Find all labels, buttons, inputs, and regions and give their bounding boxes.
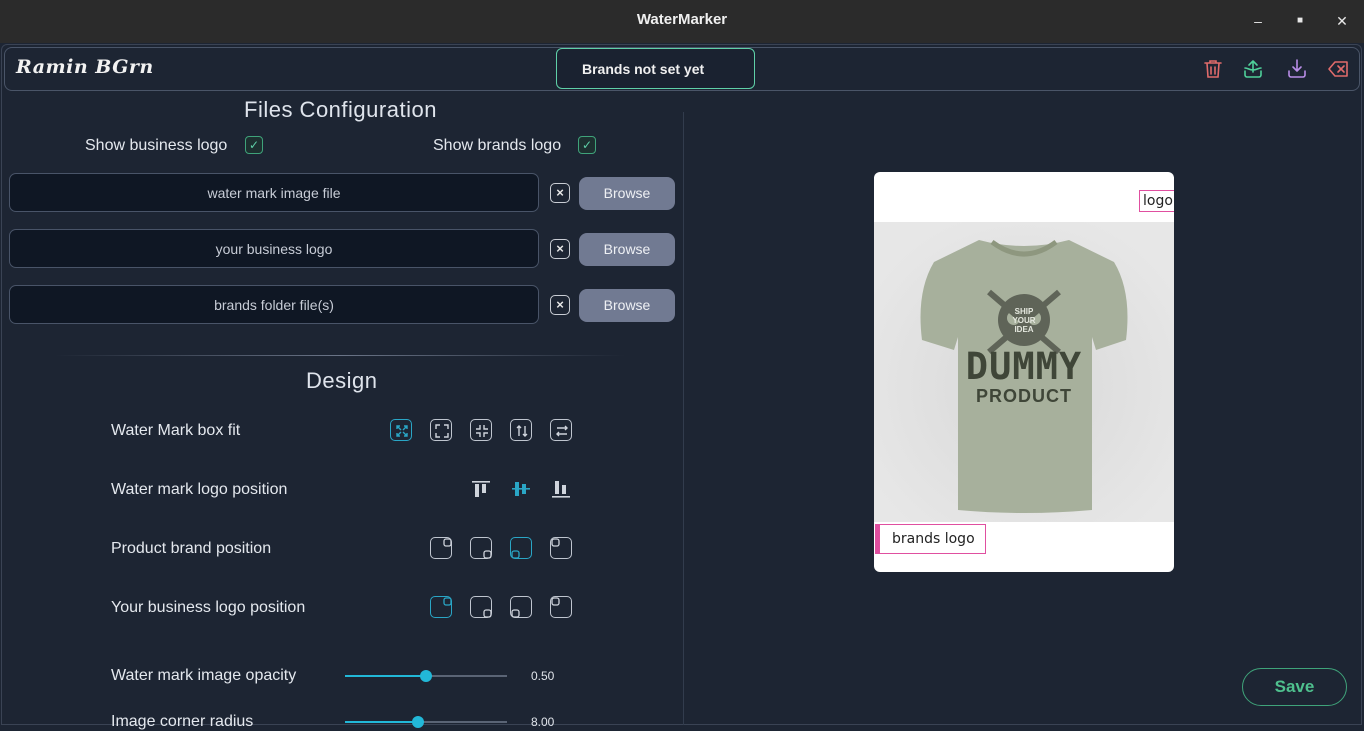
fit-height-icon[interactable] — [510, 419, 532, 441]
clear-brands-folder-button[interactable]: × — [550, 295, 570, 315]
design-title: Design — [306, 368, 378, 393]
clear-watermark-button[interactable]: × — [550, 183, 570, 203]
brand-bottom-left-icon[interactable] — [510, 537, 532, 559]
window-titlebar: WaterMarker – ■ ✕ — [0, 0, 1364, 43]
align-bottom-icon[interactable] — [550, 478, 572, 500]
minimize-button[interactable]: – — [1247, 10, 1269, 32]
section-divider — [55, 355, 625, 356]
product-image: SHIP YOUR IDEA DUMMY PRODUCT — [874, 222, 1174, 522]
show-brands-logo-checkbox[interactable]: ✓ — [578, 136, 596, 154]
download-icon[interactable] — [1285, 57, 1309, 81]
align-top-icon[interactable] — [470, 478, 492, 500]
browse-brands-folder-button[interactable]: Browse — [579, 289, 675, 322]
window-title: WaterMarker — [636, 11, 728, 28]
show-business-logo-checkbox[interactable]: ✓ — [245, 136, 263, 154]
opacity-value: 0.50 — [531, 669, 555, 683]
radius-slider[interactable] — [345, 716, 507, 728]
show-business-logo-label: Show business logo — [85, 137, 228, 154]
fit-width-icon[interactable] — [550, 419, 572, 441]
fit-fill-icon[interactable] — [390, 419, 412, 441]
business-bottom-left-icon[interactable] — [510, 596, 532, 618]
business-position-label: Your business logo position — [111, 599, 306, 616]
fit-contain-icon[interactable] — [430, 419, 452, 441]
business-top-right-icon[interactable] — [430, 596, 452, 618]
radius-value: 8.00 — [531, 715, 555, 729]
status-toast: Brands not set yet — [556, 48, 755, 89]
brand-bottom-right-icon[interactable] — [470, 537, 492, 559]
brand-logo: Ramin BGrn — [16, 56, 154, 78]
close-icon[interactable] — [1327, 57, 1351, 81]
clear-business-logo-button[interactable]: × — [550, 239, 570, 259]
radius-slider-knob[interactable] — [412, 716, 424, 728]
business-logo-input[interactable]: your business logo — [9, 229, 539, 268]
shirt-top-text: SHIP YOUR IDEA — [1012, 307, 1036, 334]
radius-slider-fill — [345, 721, 418, 723]
brands-logo-placeholder: brands logo — [875, 524, 986, 554]
browse-watermark-button[interactable]: Browse — [579, 177, 675, 210]
shirt-sub-text: PRODUCT — [976, 386, 1072, 406]
watermark-file-input[interactable]: water mark image file — [9, 173, 539, 212]
opacity-slider[interactable] — [345, 670, 507, 682]
logo-placeholder: logo — [1139, 190, 1174, 212]
brand-top-right-icon[interactable] — [430, 537, 452, 559]
preview-card: SHIP YOUR IDEA DUMMY PRODUCT logo brands… — [874, 172, 1174, 572]
show-brands-logo-label: Show brands logo — [433, 137, 562, 154]
trash-icon[interactable] — [1201, 57, 1225, 81]
maximize-button[interactable]: ■ — [1289, 10, 1311, 32]
browse-business-logo-button[interactable]: Browse — [579, 233, 675, 266]
business-bottom-right-icon[interactable] — [470, 596, 492, 618]
corner-radius-label: Image corner radius — [111, 713, 254, 730]
business-top-left-icon[interactable] — [550, 596, 572, 618]
shirt-main-text: DUMMY — [965, 345, 1083, 388]
files-config-title: Files Configuration — [244, 97, 437, 122]
upload-icon[interactable] — [1241, 57, 1265, 81]
panel-divider — [683, 112, 684, 725]
fit-cover-icon[interactable] — [470, 419, 492, 441]
align-center-icon[interactable] — [510, 478, 532, 500]
box-fit-label: Water Mark box fit — [111, 422, 241, 439]
opacity-slider-fill — [345, 675, 426, 677]
brand-position-label: Product brand position — [111, 540, 272, 557]
opacity-slider-knob[interactable] — [420, 670, 432, 682]
save-button[interactable]: Save — [1242, 668, 1347, 706]
brand-top-left-icon[interactable] — [550, 537, 572, 559]
opacity-label: Water mark image opacity — [111, 667, 297, 684]
close-window-button[interactable]: ✕ — [1331, 10, 1353, 32]
brands-folder-input[interactable]: brands folder file(s) — [9, 285, 539, 324]
logo-position-label: Water mark logo position — [111, 481, 288, 498]
